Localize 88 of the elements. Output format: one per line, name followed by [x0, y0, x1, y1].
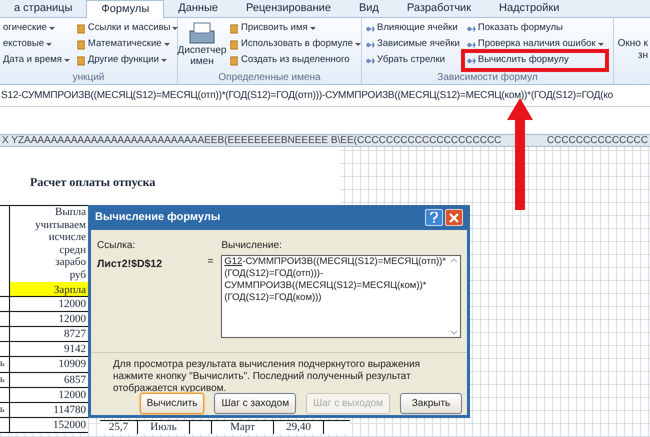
table-cell: Март — [212, 421, 274, 434]
table-cell-text: 114780 — [52, 402, 87, 418]
formula-tool-icon — [466, 56, 476, 66]
ribbon-command[interactable]: Зависимые ячейки — [364, 37, 461, 52]
caret-icon — [354, 42, 361, 46]
ribbon-command[interactable]: Создать из выделенного — [228, 53, 362, 68]
ribbon-command[interactable]: Математические — [74, 37, 180, 52]
ribbon-tab[interactable]: Рецензирование — [232, 0, 345, 17]
ribbon-command[interactable]: Дата и время — [2, 53, 71, 68]
dialog-title: Вычисление формулы — [95, 210, 220, 226]
table-cell-text: 12000 — [58, 388, 87, 402]
ribbon-command[interactable]: Использовать в формуле — [228, 37, 362, 52]
table-cell-text: зарабо — [54, 256, 87, 269]
formula-tool-icon — [365, 24, 375, 34]
group-label: Определенные имена — [217, 71, 322, 84]
ribbon-command[interactable]: Другие функции — [74, 53, 180, 68]
formula-tool-icon — [466, 40, 476, 50]
table-cell: ь — [0, 357, 10, 372]
evaluation-text: G12-СУММПРОИЗВ((МЕСЯЦ(S12)=МЕСЯЦ(отп))* (ГОД(S12)=ГОД(отп)))-СУММПРОИЗВ((МЕСЯЦ(S12)=МЕСЯЦ(ком))*(ГОД(S12)=ГОД(ком))) — [223, 256, 447, 305]
table-cell-text: 12000 — [58, 312, 87, 326]
caret-icon — [46, 42, 52, 46]
ribbon-tab[interactable]: а страницы — [0, 0, 86, 17]
help-button[interactable] — [425, 209, 443, 226]
close-icon — [449, 212, 459, 222]
ribbon-command[interactable]: Показать формулы — [464, 21, 605, 36]
scroll-up-icon — [450, 258, 458, 263]
table-cell: ь — [0, 372, 10, 387]
sheet-title: Расчет оплаты отпуска — [30, 174, 156, 191]
evaluation-label: Вычисление: — [221, 239, 283, 253]
reference-label: Ссылка: — [97, 239, 136, 253]
table-cell: Зарпла — [10, 282, 88, 296]
ribbon-command[interactable]: Влияющие ячейки — [364, 21, 461, 36]
ribbon-command[interactable]: Вычислить формулу — [464, 53, 605, 68]
ribbon-command[interactable]: екстовые — [2, 37, 71, 52]
dialog-button[interactable]: Закрыть — [400, 393, 462, 414]
caret-icon — [160, 58, 167, 62]
formula-text: S12-СУММПРОИЗВ((МЕСЯЦ(S12)=МЕСЯЦ(отп))*(ГОД(S12)=ГОД(отп)))-СУММПРОИЗВ((МЕСЯЦ(S12)=МЕСЯЦ(ком))*(ГОД(S12)=ГОД(ко — [0, 89, 613, 103]
table-cell-text: 10909 — [58, 357, 87, 372]
formula-tool-icon — [466, 24, 476, 34]
card-file-icon — [188, 21, 216, 45]
scroll-down-icon — [450, 330, 458, 335]
ribbon-tab[interactable]: Разработчик — [392, 0, 486, 17]
dialog-button[interactable]: Вычислить — [140, 393, 204, 414]
caret-icon — [164, 42, 170, 46]
caret-icon — [310, 26, 316, 30]
reference-value: Лист2!$D$12 — [97, 257, 164, 272]
ribbon-command[interactable]: Проверка наличия ошибок — [464, 37, 605, 52]
ribbon-tab[interactable]: Данные — [164, 0, 232, 17]
table-cell: 29,40 — [274, 421, 324, 434]
group-label: Зависимости формул — [436, 71, 539, 84]
table-cell-text: Выпла — [54, 206, 87, 219]
dialog-button[interactable]: Шаг с заходом — [214, 393, 296, 414]
column-header-text: X YZAAAAAAAAAAAAAAAAAAAAAAAAAAAEEB(EEEEEEEEBNEEEEE B\EE(CCCCCCCCCCCCCCCCCCCC — [1, 135, 502, 146]
formula-tool-icon — [365, 40, 375, 50]
ribbon-command[interactable]: Убрать стрелки — [364, 53, 461, 68]
table-cell-text: руб — [68, 268, 87, 282]
ribbon-tab[interactable]: Вид — [344, 0, 393, 17]
equals-sign: = — [208, 255, 214, 269]
table-cell-text: 9142 — [63, 342, 87, 356]
table-cell-text: 12000 — [58, 296, 87, 311]
name-manager-button[interactable]: Диспетчер имен — [180, 21, 224, 71]
column-header-text: CCCCCCCCCCCCCC — [546, 135, 648, 146]
instruction-text: Для просмотра результата вычисления подчеркнутого выражения нажмите кнопку "Вычислить". Последний полученный результат отображается курсивом. — [112, 358, 422, 391]
table-cell: 25,7 — [100, 421, 138, 434]
evaluation-field[interactable]: G12-СУММПРОИЗВ((МЕСЯЦ(S12)=МЕСЯЦ(отп))* (ГОД(S12)=ГОД(отп)))-СУММПРОИЗВ((МЕСЯЦ(S12)=МЕСЯЦ(ком))*(ГОД(S12)=ГОД(ком))) — [221, 255, 461, 338]
ribbon-command-label[interactable]: зн — [638, 50, 648, 62]
table-cell: ь — [0, 402, 10, 418]
ribbon-command[interactable]: огические — [2, 21, 71, 36]
caret-icon — [172, 26, 178, 30]
ribbon-command[interactable]: Присвоить имя — [228, 21, 362, 36]
caret-icon — [48, 26, 55, 30]
table-cell-text: исчисле — [48, 231, 87, 244]
group-label: ункций — [72, 71, 106, 84]
close-button[interactable] — [445, 209, 463, 226]
ribbon-tab[interactable]: Формулы — [86, 0, 164, 18]
ribbon-command-label[interactable]: Окно к — [618, 38, 648, 50]
caret-icon — [598, 42, 604, 46]
table-cell-text: 152000 — [52, 418, 87, 432]
table-cell-text: средн — [58, 244, 87, 256]
ribbon-command[interactable]: Ссылки и массивы — [74, 21, 180, 36]
ribbon-tab[interactable]: Надстройки — [485, 0, 574, 17]
table-cell-text: учитываем — [34, 218, 87, 232]
table-cell-text: 8727 — [63, 326, 87, 342]
question-mark-icon — [430, 212, 438, 223]
table-cell: Июль — [138, 421, 190, 434]
table-cell-text: 6857 — [63, 372, 87, 387]
formula-tool-icon — [365, 56, 375, 66]
caret-icon — [64, 58, 70, 62]
